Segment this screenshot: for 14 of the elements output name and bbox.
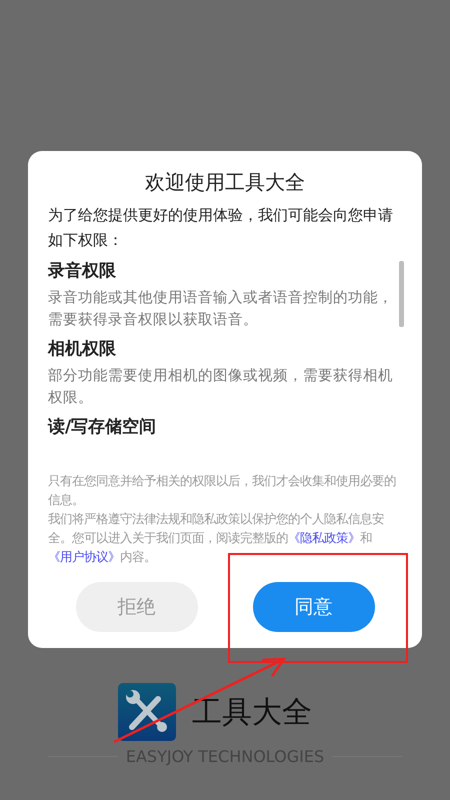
privacy-note: 只有在您同意并给予相关的权限以后，我们才会收集和使用必要的信息。 [48,472,397,509]
permission-title: 相机权限 [48,338,117,361]
permission-title: 读/写存储空间 [48,416,158,439]
intro-text: 为了给您提供更好的使用体验，我们可能会向您申请如下权限： [48,205,394,251]
tools-icon [118,683,176,741]
permission-description: 录音功能或其他使用语音输入或者语音控制的功能，需要获得录音权限以获取语音。 [48,288,394,330]
scrollbar-thumb[interactable] [399,261,404,327]
permission-description: 部分功能需要使用相机的图像或视频，需要获得相机权限。 [48,366,394,408]
permission-title: 录音权限 [48,260,117,283]
dialog-title: 欢迎使用工具大全 [144,169,306,195]
policy-link[interactable]: 《隐私政策》 [288,530,360,545]
policy-link[interactable]: 《用户协议》 [48,549,120,564]
agree-button[interactable]: 同意 [252,582,374,632]
privacy-note: 我们将严格遵守法律法规和隐私政策以保护您的个人隐私信息安全。您可以进入关于我们页面，阅读完整版的《隐私政策》和 《用户协议》内容。 [48,510,385,566]
